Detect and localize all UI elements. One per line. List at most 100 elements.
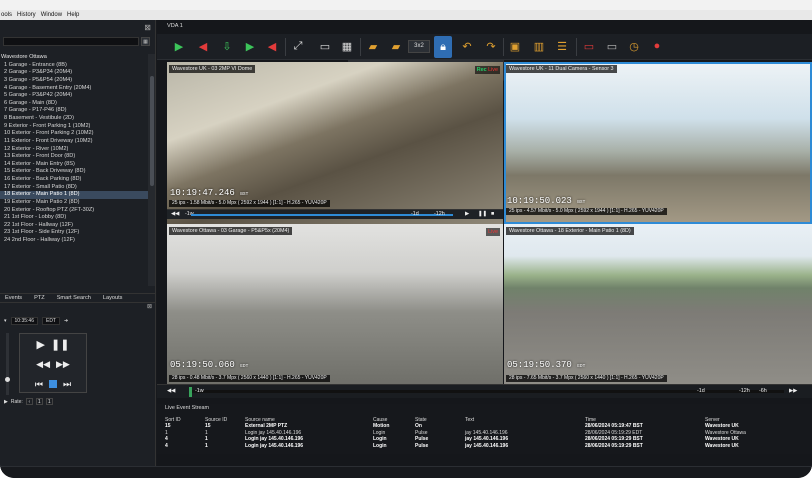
- tab-layouts[interactable]: Layouts: [103, 294, 123, 302]
- tree-item[interactable]: 10 Exterior - Front Parking 2 (10M2): [0, 130, 148, 138]
- play-icon[interactable]: ▶: [37, 338, 45, 351]
- go-arrow-icon[interactable]: ➜: [64, 318, 68, 324]
- playback-close-icon[interactable]: ⊠: [147, 303, 152, 313]
- menu-tools[interactable]: ools: [1, 10, 12, 20]
- save-folder-icon[interactable]: ▰: [388, 38, 404, 54]
- timeline-track[interactable]: [189, 387, 784, 397]
- timeline-rewind-icon[interactable]: ◀◀: [167, 388, 175, 394]
- fast-forward-icon[interactable]: ▶▶: [56, 359, 70, 370]
- timezone-select[interactable]: EDT: [41, 317, 60, 325]
- tree-scrollbar[interactable]: [148, 54, 155, 286]
- rate-down-button[interactable]: ‹: [25, 398, 33, 405]
- events-column-header[interactable]: Text: [465, 416, 585, 423]
- settings-icon[interactable]: ☰: [554, 38, 570, 54]
- frame-icon[interactable]: ▣: [507, 38, 523, 54]
- lock-icon[interactable]: 🔒︎: [434, 36, 452, 58]
- speed-slider[interactable]: [5, 333, 10, 395]
- video-tile-3[interactable]: Wavestore Ottawa - 03 Garage - P5&P5x (2…: [167, 224, 503, 384]
- events-column-header[interactable]: State: [415, 416, 465, 423]
- menu-help[interactable]: Help: [67, 10, 79, 20]
- tile-1-scrubber[interactable]: ◀◀ -1w -1d -12h ▶ ❚❚ ■: [167, 209, 503, 219]
- stop-all-icon[interactable]: ◀: [195, 38, 211, 54]
- events-column-header[interactable]: Time: [585, 416, 705, 423]
- tree-item[interactable]: 4 Garage - Basement Entry (20M4): [0, 85, 148, 93]
- rewind-icon[interactable]: ◀◀: [36, 359, 50, 370]
- skip-forward-icon[interactable]: ⏭: [63, 379, 71, 390]
- tree-item[interactable]: 2 Garage - P3&P34 (20M4): [0, 69, 148, 77]
- fullscreen-icon[interactable]: ⤢: [290, 38, 306, 54]
- tab-events[interactable]: Events: [5, 294, 22, 302]
- clock-icon[interactable]: ◷: [626, 38, 642, 54]
- date-dropdown-icon[interactable]: ▾: [4, 318, 7, 324]
- tree-item[interactable]: 6 Garage - Main (8D): [0, 100, 148, 108]
- events-column-header[interactable]: Server: [705, 416, 775, 423]
- record-icon[interactable]: ▭: [581, 38, 597, 54]
- rate-value[interactable]: 1: [35, 398, 43, 405]
- tree-item[interactable]: 18 Exterior - Main Patio 1 (8D): [0, 191, 148, 199]
- monitor-icon[interactable]: ▭: [317, 38, 333, 54]
- menu-window[interactable]: Window: [41, 10, 62, 20]
- tree-item[interactable]: 20 Exterior - Rooftop PTZ (2FT-30Z): [0, 207, 148, 215]
- view-tab[interactable]: VDA 1: [157, 20, 193, 32]
- playback-time-field[interactable]: 10:35:46: [10, 317, 38, 325]
- tree-item[interactable]: 8 Basement - Vestibule (2D): [0, 115, 148, 123]
- tree-item[interactable]: 3 Garage - P5&P54 (20M4): [0, 77, 148, 85]
- mark-in-icon[interactable]: ▶: [242, 38, 258, 54]
- redo-icon[interactable]: ↷: [483, 38, 499, 54]
- tree-item[interactable]: 21 1st Floor - Lobby (8D): [0, 214, 148, 222]
- events-column-header[interactable]: Source name: [245, 416, 373, 423]
- stop-icon[interactable]: [49, 380, 57, 388]
- menu-history[interactable]: History: [17, 10, 36, 20]
- tree-item[interactable]: 9 Exterior - Front Parking 1 (10M2): [0, 123, 148, 131]
- tree-item[interactable]: 14 Exterior - Main Entry (8S): [0, 161, 148, 169]
- tree-item[interactable]: 24 2nd Floor - Hallway (12F): [0, 237, 148, 245]
- events-column-header[interactable]: Source ID: [205, 416, 245, 423]
- play-all-icon[interactable]: ▶: [171, 38, 187, 54]
- tile-1-play-icon[interactable]: ▶: [465, 211, 469, 217]
- tree-item[interactable]: 7 Garage - P17-P46 (8D): [0, 107, 148, 115]
- tree-item[interactable]: 19 Exterior - Main Patio 2 (8D): [0, 199, 148, 207]
- tile-1-rewind-icon[interactable]: ◀◀: [171, 211, 179, 217]
- skip-back-icon[interactable]: ⏮: [35, 379, 43, 390]
- microphone-icon[interactable]: ●: [649, 38, 665, 54]
- tree-item[interactable]: 5 Garage - P3&P42 (20M4): [0, 92, 148, 100]
- tile-1-stop-icon[interactable]: ■: [491, 211, 494, 217]
- events-column-header[interactable]: Sort ID: [165, 416, 205, 423]
- speed-slider-knob[interactable]: [5, 377, 10, 382]
- video-tile-4[interactable]: Wavestore Ottawa - 18 Exterior - Main Pa…: [504, 224, 812, 384]
- rate-value-2[interactable]: 1: [45, 398, 53, 405]
- tree-item[interactable]: 12 Exterior - River (10M2): [0, 146, 148, 154]
- tree-scroll-thumb[interactable]: [149, 76, 154, 186]
- undo-icon[interactable]: ↶: [459, 38, 475, 54]
- panel-close-icon[interactable]: ⊠: [144, 23, 151, 32]
- filter-button[interactable]: ▦: [141, 36, 150, 46]
- grid-layout-select[interactable]: 3x2: [408, 40, 430, 53]
- adjust-icon[interactable]: ▥: [531, 38, 547, 54]
- tree-item[interactable]: 22 1st Floor - Hallway (12F): [0, 222, 148, 230]
- tree-item[interactable]: 16 Exterior - Back Parking (8D): [0, 176, 148, 184]
- device-search-input[interactable]: [3, 36, 139, 46]
- tree-item[interactable]: 13 Exterior - Front Door (8D): [0, 153, 148, 161]
- snapshot-grid-icon[interactable]: ▦: [339, 38, 355, 54]
- main-timeline[interactable]: ◀◀ -1w -1d -12h -6h ▶▶: [157, 384, 812, 398]
- tree-item[interactable]: 1 Garage - Entrance (8B): [0, 62, 148, 70]
- tree-item[interactable]: 17 Exterior - Small Patio (8D): [0, 184, 148, 192]
- video-tile-2[interactable]: Wavestore UK - 11 Dual Camera - Sensor 3…: [504, 62, 812, 224]
- mark-out-icon[interactable]: ◀: [264, 38, 280, 54]
- video-tile-1[interactable]: Wavestore UK - 03 2MP VI Dome Rec Live 1…: [167, 62, 503, 224]
- tab-ptz[interactable]: PTZ: [34, 294, 45, 302]
- tile-1-pause-icon[interactable]: ❚❚: [478, 211, 487, 217]
- tree-root[interactable]: Wavestore Ottawa: [0, 54, 148, 62]
- timeline-marker[interactable]: [189, 387, 192, 397]
- rate-play-icon[interactable]: ▶: [4, 399, 8, 405]
- tree-item[interactable]: 15 Exterior - Back Driveway (8D): [0, 168, 148, 176]
- timeline-forward-icon[interactable]: ▶▶: [789, 388, 797, 394]
- events-column-header[interactable]: Cause: [373, 416, 415, 423]
- export-icon[interactable]: ⇩: [219, 38, 235, 54]
- tab-smart-search[interactable]: Smart Search: [57, 294, 91, 302]
- open-folder-icon[interactable]: ▰: [365, 38, 381, 54]
- event-row[interactable]: 4 1 Login jay 145.40.146.196 Login Pulse jay …: [165, 443, 775, 450]
- tree-item[interactable]: 23 1st Floor - Side Entry (12F): [0, 229, 148, 237]
- tree-item[interactable]: 11 Exterior - Front Driveway (10M2): [0, 138, 148, 146]
- display-icon[interactable]: ▭: [604, 38, 620, 54]
